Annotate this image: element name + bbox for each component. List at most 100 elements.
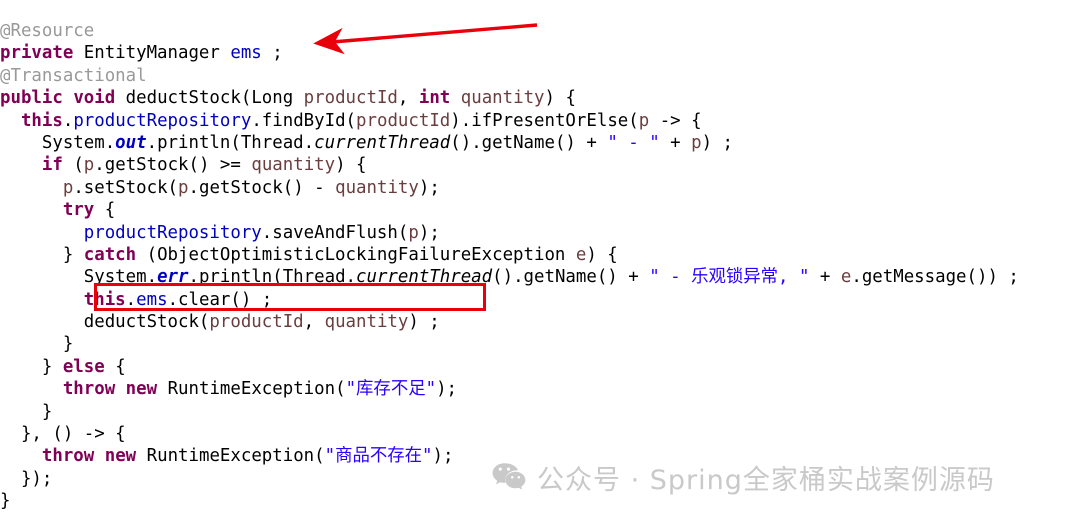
code-token: productRepository: [73, 110, 252, 131]
code-token: p: [408, 222, 419, 243]
code-token: }: [0, 401, 53, 422]
code-token: ) ;: [701, 132, 733, 153]
code-token: new: [125, 379, 158, 400]
code-token: err: [157, 267, 189, 288]
code-line: p.setStock(p.getStock() - quantity);: [0, 177, 1071, 199]
code-token: }: [0, 244, 84, 265]
code-line: }, () -> {: [0, 423, 1071, 445]
code-token: currentThread: [314, 132, 451, 153]
code-token: productId: [356, 110, 451, 131]
code-token: deductStock(Long: [115, 88, 304, 109]
code-token: -> {: [649, 110, 702, 131]
code-token: }, () -> {: [0, 424, 126, 445]
code-token: .println(Thread.: [188, 267, 357, 288]
code-token: }: [0, 356, 63, 377]
code-line: @Resource: [0, 20, 1071, 42]
code-token: .: [125, 289, 137, 310]
code-line: @Transactional: [0, 65, 1071, 87]
code-token: out: [115, 132, 147, 153]
code-screenshot: @Resource private EntityManager ems ; @Tra…: [0, 0, 1071, 520]
code-token: });: [0, 468, 53, 489]
code-token: System.: [0, 267, 158, 288]
code-token: catch: [83, 244, 137, 265]
code-token: );: [432, 446, 454, 467]
code-token: ) {: [335, 155, 367, 176]
code-token: System.: [0, 132, 116, 153]
code-token: throw: [62, 379, 116, 400]
code-line: System.out.println(Thread.currentThread(…: [0, 132, 1071, 154]
code-token: .saveAndFlush(: [261, 222, 409, 243]
code-token: ,: [397, 88, 419, 109]
code-token: new: [104, 446, 137, 467]
code-token: else: [62, 356, 105, 377]
code-token: p: [691, 132, 702, 153]
code-line: } catch (ObjectOptimisticLockingFailureE…: [0, 244, 1071, 266]
code-token: p: [178, 177, 189, 198]
code-line: this.ems.clear() ;: [0, 289, 1071, 311]
code-token: deductStock(: [0, 312, 210, 333]
code-token: productId: [209, 312, 304, 333]
code-token: ,: [303, 312, 325, 333]
code-token: p: [62, 177, 74, 198]
code-token: e: [575, 244, 587, 265]
code-token: );: [436, 379, 458, 400]
code-line: }: [0, 333, 1071, 355]
code-line: } else {: [0, 356, 1071, 378]
code-token: ) {: [544, 88, 576, 109]
code-token: " - 乐观锁异常, ": [649, 267, 810, 288]
code-token: ().getName() +: [450, 132, 608, 153]
watermark: 公众号 · Spring全家桶实战案例源码: [492, 458, 995, 497]
code-line: if (p.getStock() >= quantity) {: [0, 154, 1071, 176]
code-line: }: [0, 401, 1071, 423]
code-token: throw: [41, 446, 95, 467]
code-token: );: [418, 177, 440, 198]
code-token: this: [20, 110, 63, 131]
code-token: "商品不存在": [324, 446, 433, 467]
code-token: if: [41, 155, 63, 176]
code-token: ).ifPresentOrElse(: [450, 110, 639, 131]
code-token: quantity: [335, 177, 419, 198]
code-token: @Resource: [0, 21, 95, 41]
code-line: System.err.println(Thread.currentThread(…: [0, 266, 1071, 288]
code-line: public void deductStock(Long productId, …: [0, 87, 1071, 109]
code-token: ().getName() +: [492, 267, 650, 288]
code-token: .getStock() >=: [94, 155, 252, 176]
code-token: @Transactional: [0, 65, 147, 86]
code-token: productRepository: [83, 222, 262, 243]
code-token: int: [418, 88, 451, 109]
code-line: private EntityManager ems ;: [0, 42, 1071, 64]
code-token: ) {: [586, 244, 618, 265]
code-token: .getMessage()) ;: [851, 267, 1019, 288]
code-line: this.productRepository.findById(productI…: [0, 110, 1071, 132]
code-token: +: [809, 267, 841, 288]
code-token: .clear() ;: [167, 289, 273, 310]
code-line: productRepository.saveAndFlush(p);: [0, 222, 1071, 244]
code-token: EntityManager: [73, 43, 231, 64]
code-token: currentThread: [356, 267, 493, 288]
code-token: quantity: [324, 312, 409, 333]
code-token: "库存不足": [345, 379, 437, 400]
code-token: }: [0, 491, 11, 512]
code-token: void: [73, 88, 116, 109]
code-token: .setStock(: [73, 177, 179, 198]
code-token: this: [83, 289, 126, 310]
code-token: (: [62, 155, 84, 176]
code-token: (ObjectOptimisticLockingFailureException: [136, 244, 576, 265]
code-token: e: [840, 267, 852, 288]
code-token: ems: [230, 43, 262, 64]
code-token: try: [62, 200, 95, 221]
code-token: .getStock() -: [188, 177, 336, 198]
code-token: .: [62, 110, 74, 131]
code-token: " - ": [607, 132, 660, 153]
code-line: try {: [0, 199, 1071, 221]
code-block: @Resource private EntityManager ems ; @Tra…: [0, 13, 1071, 513]
code-token: );: [418, 222, 440, 243]
